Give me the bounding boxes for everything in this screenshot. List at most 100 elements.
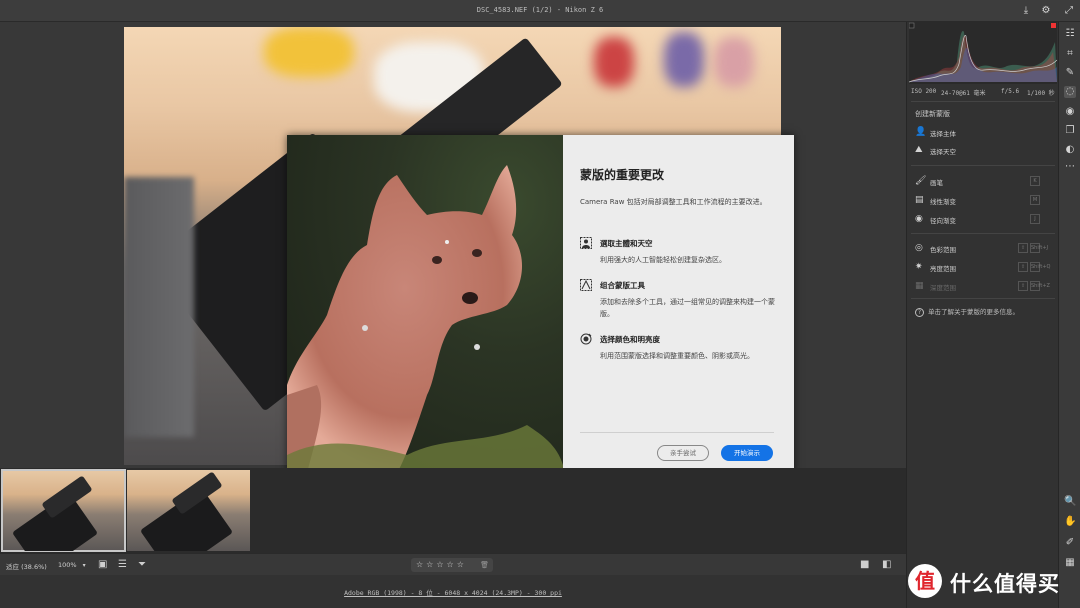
fullscreen-icon[interactable]: ■ [860,559,869,571]
mask-color-range[interactable]: ◎ 色彩范围 ⇧ Shift+J [915,242,1049,254]
masking-changes-dialog: 蒙版的重要更改 Camera Raw 包括对局部调整工具和工作流程的主要改进。 … [287,135,794,473]
presets-icon[interactable]: ◐ [1064,144,1076,156]
shortcut-key-shift: ⇧ [1018,262,1028,272]
dialog-intro: Camera Raw 包括对局部调整工具和工作流程的主要改进。 [580,198,767,206]
combine-mask-icon [580,279,592,291]
hand-icon[interactable]: ✋ [1064,516,1076,528]
mask-luminance-range[interactable]: ✷ 亮度范围 ⇧ Shift+Q [915,261,1051,273]
eyedropper-icon[interactable]: ✐ [1064,537,1076,549]
shortcut-key: M [1030,195,1040,205]
divider [911,165,1055,166]
mask-tool-label: 亮度范围 [930,265,956,273]
depth-range-icon: ▦ [915,281,924,291]
mask-tool-label: 选择天空 [930,148,956,156]
mask-select-subject[interactable]: 👤 选择主体 [915,126,1045,138]
brush-icon: 🖌 [915,176,927,186]
filmstrip [0,468,906,553]
zoom-fit-label[interactable]: 适应 (38.6%) [6,561,47,571]
create-mask-heading: 创建新蒙版 [915,110,950,118]
healing-icon[interactable]: ✎ [1064,67,1076,79]
feature-desc: 利用强大的人工智能轻松创建复杂选区。 [600,256,726,264]
footer: Adobe RGB (1998) - 8 位 - 6048 x 4024 (24… [0,575,906,608]
filmstrip-view-icon[interactable]: ▣ [98,559,107,571]
help-text: 单击了解关于蒙版的更多信息。 [928,308,1019,316]
star-rating[interactable]: ☆☆☆☆☆ 🗑 [411,558,493,572]
divider [911,298,1055,299]
crop-icon[interactable]: ⌗ [1064,48,1076,60]
sort-icon[interactable]: ☰ [118,559,127,571]
shortcut-key-shift: ⇧ [1018,281,1028,291]
feature-title: 选择颜色和明亮度 [600,335,660,344]
shutter-value: 1/100 秒 [1027,90,1055,97]
mask-brush[interactable]: 🖌 画笔 K [915,175,1045,187]
tool-strip: ☷ ⌗ ✎ ◌ ◉ ❐ ◐ ⋯ 🔍 ✋ ✐ ▦ [1058,22,1080,608]
color-range-icon [580,333,592,345]
divider [911,233,1055,234]
before-after-icon[interactable]: ◧ [882,559,891,571]
dialog-content: 蒙版的重要更改 Camera Raw 包括对局部调整工具和工作流程的主要改进。 … [563,135,794,473]
masking-icon[interactable]: ◌ [1064,86,1076,98]
histogram [908,22,1058,84]
filmstrip-thumbnail[interactable] [1,469,126,552]
watermark-logo: 值 [908,564,942,598]
mask-tool-label: 色彩范围 [930,246,956,254]
mask-depth-range: ▦ 深度范围 ⇧ Shift+Z [915,280,1050,292]
lens-value: 24-70@61 毫米 [941,90,986,97]
mask-radial-gradient[interactable]: ◉ 径向渐变 J [915,213,1045,225]
mask-linear-gradient[interactable]: ▤ 线性渐变 M [915,194,1045,206]
gear-icon[interactable]: ⚙ [1040,5,1052,17]
file-info-link[interactable]: Adobe RGB (1998) - 8 位 - 6048 x 4024 (24… [0,587,906,597]
color-range-icon: ◎ [915,243,923,253]
shortcut-key: Shift+J [1030,243,1049,253]
snapshots-icon[interactable]: ❐ [1064,125,1076,137]
mask-select-sky[interactable]: ⛰ 选择天空 [915,144,1045,156]
chevron-down-icon: ▾ [82,562,86,569]
try-it-button[interactable]: 亲手尝试 [657,445,709,461]
window-title: DSC_4583.NEF (1/2) - Nikon Z 6 [476,6,604,14]
mask-help-link[interactable]: ? 单击了解关于蒙版的更多信息。 [915,306,1055,317]
start-demo-button[interactable]: 开始演示 [721,445,773,461]
title-bar: DSC_4583.NEF (1/2) - Nikon Z 6 ⤓ ⚙ ⤢ [0,0,1080,22]
subject-icon: 👤 [915,127,927,137]
filmstrip-thumbnail[interactable] [127,470,250,551]
watermark-text: 什么值得买 [950,572,1060,596]
edit-sliders-icon[interactable]: ☷ [1064,28,1076,40]
right-panel: ISO 200 24-70@61 毫米 f/5.6 1/100 秒 创建新蒙版 … [906,22,1058,608]
shortcut-key: Shift+Q [1030,262,1051,272]
divider [911,101,1055,102]
shortcut-key: Shift+Z [1030,281,1050,291]
watermark: 值 什么值得买 [908,562,1078,602]
shortcut-key: J [1030,214,1040,224]
feature-title: 選取主體和天空 [600,239,653,248]
fox-illustration [287,165,563,473]
zoom-icon[interactable]: 🔍 [1064,496,1076,508]
more-icon[interactable]: ⋯ [1064,161,1076,173]
aperture-value: f/5.6 [1001,88,1020,95]
trash-icon[interactable]: 🗑 [480,558,489,572]
help-icon: ? [915,308,924,317]
filter-icon[interactable]: ⏷ [138,559,146,571]
luminance-range-icon: ✷ [915,262,923,272]
radial-gradient-icon: ◉ [915,214,923,224]
save-icon[interactable]: ⤓ [1020,5,1032,17]
linear-gradient-icon: ▤ [915,195,924,205]
feature-desc: 添加和去除多个工具，通过一组常见的调整来构建一个蒙版。 [600,298,775,318]
mask-tool-label: 线性渐变 [930,198,956,206]
dialog-title: 蒙版的重要更改 [580,168,665,182]
bottom-toolbar: 适应 (38.6%) 100% ▾ ▣ ☰ ⏷ ☆☆☆☆☆ 🗑 ■ ◧ [0,553,906,575]
red-eye-icon[interactable]: ◉ [1064,106,1076,118]
select-subject-icon [580,237,592,249]
feature-desc: 利用范围蒙版选择和调整重要颜色、阴影或高光。 [600,352,754,360]
fox-mask-illustration [287,135,563,473]
dialog-divider [580,432,774,433]
mask-tool-label: 选择主体 [930,130,956,138]
feature-title: 组合蒙版工具 [600,281,645,290]
zoom-value: 100% [58,561,77,569]
mask-tool-label: 画笔 [930,179,943,187]
expand-icon[interactable]: ⤢ [1063,5,1075,17]
zoom-select[interactable]: 100% ▾ [58,561,86,569]
rating-stars[interactable]: ☆☆☆☆☆ [416,560,467,569]
iso-value: ISO 200 [911,88,937,95]
shortcut-key: K [1030,176,1040,186]
mask-tool-label: 深度范围 [930,284,956,292]
